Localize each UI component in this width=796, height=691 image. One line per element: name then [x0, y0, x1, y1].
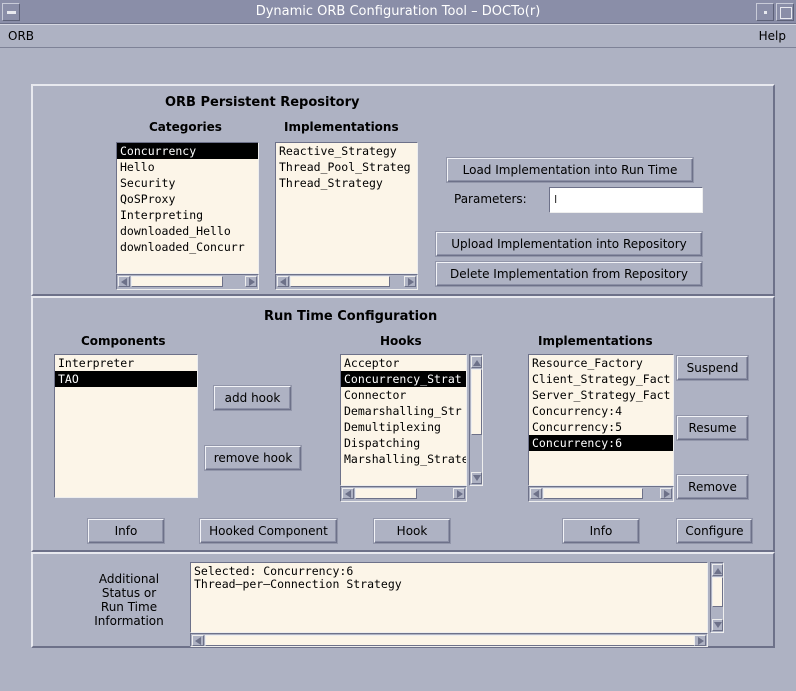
list-item[interactable]: Resource_Factory	[529, 355, 673, 371]
list-item[interactable]: downloaded_Hello	[117, 223, 258, 239]
runtime-implementations-hscrollbar[interactable]	[528, 486, 674, 502]
runtime-heading: Run Time Configuration	[264, 309, 438, 324]
runtime-implementations-label: Implementations	[538, 334, 653, 348]
scroll-thumb[interactable]	[205, 635, 695, 646]
scroll-thumb[interactable]	[290, 276, 390, 287]
list-item[interactable]: Client_Strategy_Fact	[529, 371, 673, 387]
scroll-thumb[interactable]	[543, 488, 643, 499]
list-item[interactable]: Connector	[341, 387, 466, 403]
scroll-thumb[interactable]	[131, 276, 223, 287]
list-item[interactable]: Concurrency:6	[529, 435, 673, 451]
status-panel: Additional Status or Run Time Information S…	[31, 552, 775, 648]
scroll-left-icon[interactable]	[342, 488, 354, 499]
status-label: Additional Status or Run Time Information	[73, 572, 185, 628]
scroll-right-icon[interactable]	[453, 488, 465, 499]
list-item[interactable]: Thread_Strategy	[276, 175, 417, 191]
window-titlebar[interactable]: Dynamic ORB Configuration Tool – DOCTo(r…	[0, 0, 796, 24]
status-label-line: Information	[94, 614, 164, 628]
hooks-hscrollbar[interactable]	[340, 486, 467, 502]
menubar: ORB Help	[0, 24, 796, 48]
hooks-vscrollbar[interactable]	[469, 354, 483, 486]
hooks-label: Hooks	[380, 334, 422, 348]
repository-implementations-hscrollbar[interactable]	[275, 274, 418, 290]
list-item[interactable]: Concurrency:4	[529, 403, 673, 419]
list-item[interactable]: Demultiplexing	[341, 419, 466, 435]
status-textarea[interactable]: Selected: Concurrency:6 Thread–per–Connec…	[190, 562, 708, 633]
scroll-thumb[interactable]	[355, 488, 417, 499]
parameters-input[interactable]: I	[549, 187, 703, 213]
list-item[interactable]: Dispatching	[341, 435, 466, 451]
implementations-info-button[interactable]: Info	[563, 519, 639, 543]
list-item[interactable]: Acceptor	[341, 355, 466, 371]
parameters-label: Parameters:	[454, 192, 527, 206]
list-item[interactable]: Thread_Pool_Strateg	[276, 159, 417, 175]
list-item[interactable]: Concurrency_Strat	[341, 371, 466, 387]
status-label-line: Additional	[98, 572, 160, 586]
list-item[interactable]: Concurrency	[117, 143, 258, 159]
menu-orb[interactable]: ORB	[8, 29, 34, 43]
components-list[interactable]: Interpreter TAO	[54, 354, 198, 498]
scroll-right-icon[interactable]	[404, 276, 416, 287]
list-item[interactable]: Demarshalling_Str	[341, 403, 466, 419]
list-item[interactable]: QoSProxy	[117, 191, 258, 207]
list-item[interactable]: TAO	[55, 371, 197, 387]
scroll-right-icon[interactable]	[245, 276, 257, 287]
categories-label: Categories	[149, 120, 222, 134]
categories-list[interactable]: Concurrency Hello Security QoSProxy Interpre…	[116, 142, 259, 274]
components-label: Components	[81, 334, 166, 348]
scroll-down-icon[interactable]	[712, 619, 723, 631]
list-item[interactable]: Server_Strategy_Fact	[529, 387, 673, 403]
status-vscrollbar[interactable]	[710, 562, 724, 633]
repository-implementations-label: Implementations	[284, 120, 399, 134]
hooks-list[interactable]: Acceptor Concurrency_Strat Connector Demars…	[340, 354, 467, 486]
hook-button[interactable]: Hook	[374, 519, 450, 543]
remove-hook-button[interactable]: remove hook	[205, 446, 301, 470]
window-title: Dynamic ORB Configuration Tool – DOCTo(r…	[255, 4, 541, 19]
status-label-line: Status or	[101, 586, 157, 600]
maximize-icon[interactable]	[776, 3, 794, 21]
list-item[interactable]: Marshalling_Strate	[341, 451, 466, 467]
load-implementation-button[interactable]: Load Implementation into Run Time	[447, 158, 693, 182]
scroll-up-icon[interactable]	[712, 564, 723, 576]
runtime-implementations-list[interactable]: Resource_Factory Client_Strategy_Fact Serv…	[528, 354, 674, 486]
status-text-line: Thread–per–Connection Strategy	[194, 577, 402, 591]
runtime-panel: Run Time Configuration Components Hooks …	[31, 296, 775, 552]
scroll-thumb[interactable]	[712, 577, 723, 607]
list-item[interactable]: Hello	[117, 159, 258, 175]
scroll-thumb[interactable]	[471, 369, 482, 435]
scroll-up-icon[interactable]	[471, 356, 482, 368]
configure-button[interactable]: Configure	[677, 519, 752, 543]
status-label-line: Run Time	[100, 600, 158, 614]
scroll-left-icon[interactable]	[192, 635, 204, 646]
categories-hscrollbar[interactable]	[116, 274, 259, 290]
repository-implementations-list[interactable]: Reactive_Strategy Thread_Pool_Strateg Thre…	[275, 142, 418, 274]
scroll-down-icon[interactable]	[471, 472, 482, 484]
scroll-right-icon[interactable]	[660, 488, 672, 499]
suspend-button[interactable]: Suspend	[677, 356, 748, 380]
repository-heading: ORB Persistent Repository	[165, 95, 360, 110]
scroll-left-icon[interactable]	[530, 488, 542, 499]
repository-panel: ORB Persistent Repository Categories Imp…	[31, 84, 775, 296]
list-item[interactable]: Security	[117, 175, 258, 191]
menu-help[interactable]: Help	[759, 29, 786, 43]
scroll-left-icon[interactable]	[277, 276, 289, 287]
components-info-button[interactable]: Info	[88, 519, 164, 543]
list-item[interactable]: downloaded_Concurr	[117, 239, 258, 255]
add-hook-button[interactable]: add hook	[214, 386, 291, 410]
list-item[interactable]: Reactive_Strategy	[276, 143, 417, 159]
resume-button[interactable]: Resume	[677, 416, 748, 440]
remove-button[interactable]: Remove	[677, 475, 748, 499]
minimize-icon[interactable]	[756, 3, 774, 21]
text-cursor-icon: I	[554, 193, 558, 206]
list-item[interactable]: Interpreter	[55, 355, 197, 371]
list-item[interactable]: Interpreting	[117, 207, 258, 223]
status-hscrollbar[interactable]	[190, 633, 708, 647]
hooked-component-button[interactable]: Hooked Component	[200, 519, 337, 543]
upload-implementation-button[interactable]: Upload Implementation into Repository	[436, 232, 702, 256]
delete-implementation-button[interactable]: Delete Implementation from Repository	[436, 262, 702, 286]
scroll-left-icon[interactable]	[118, 276, 130, 287]
scroll-right-icon[interactable]	[694, 635, 706, 646]
list-item[interactable]: Concurrency:5	[529, 419, 673, 435]
